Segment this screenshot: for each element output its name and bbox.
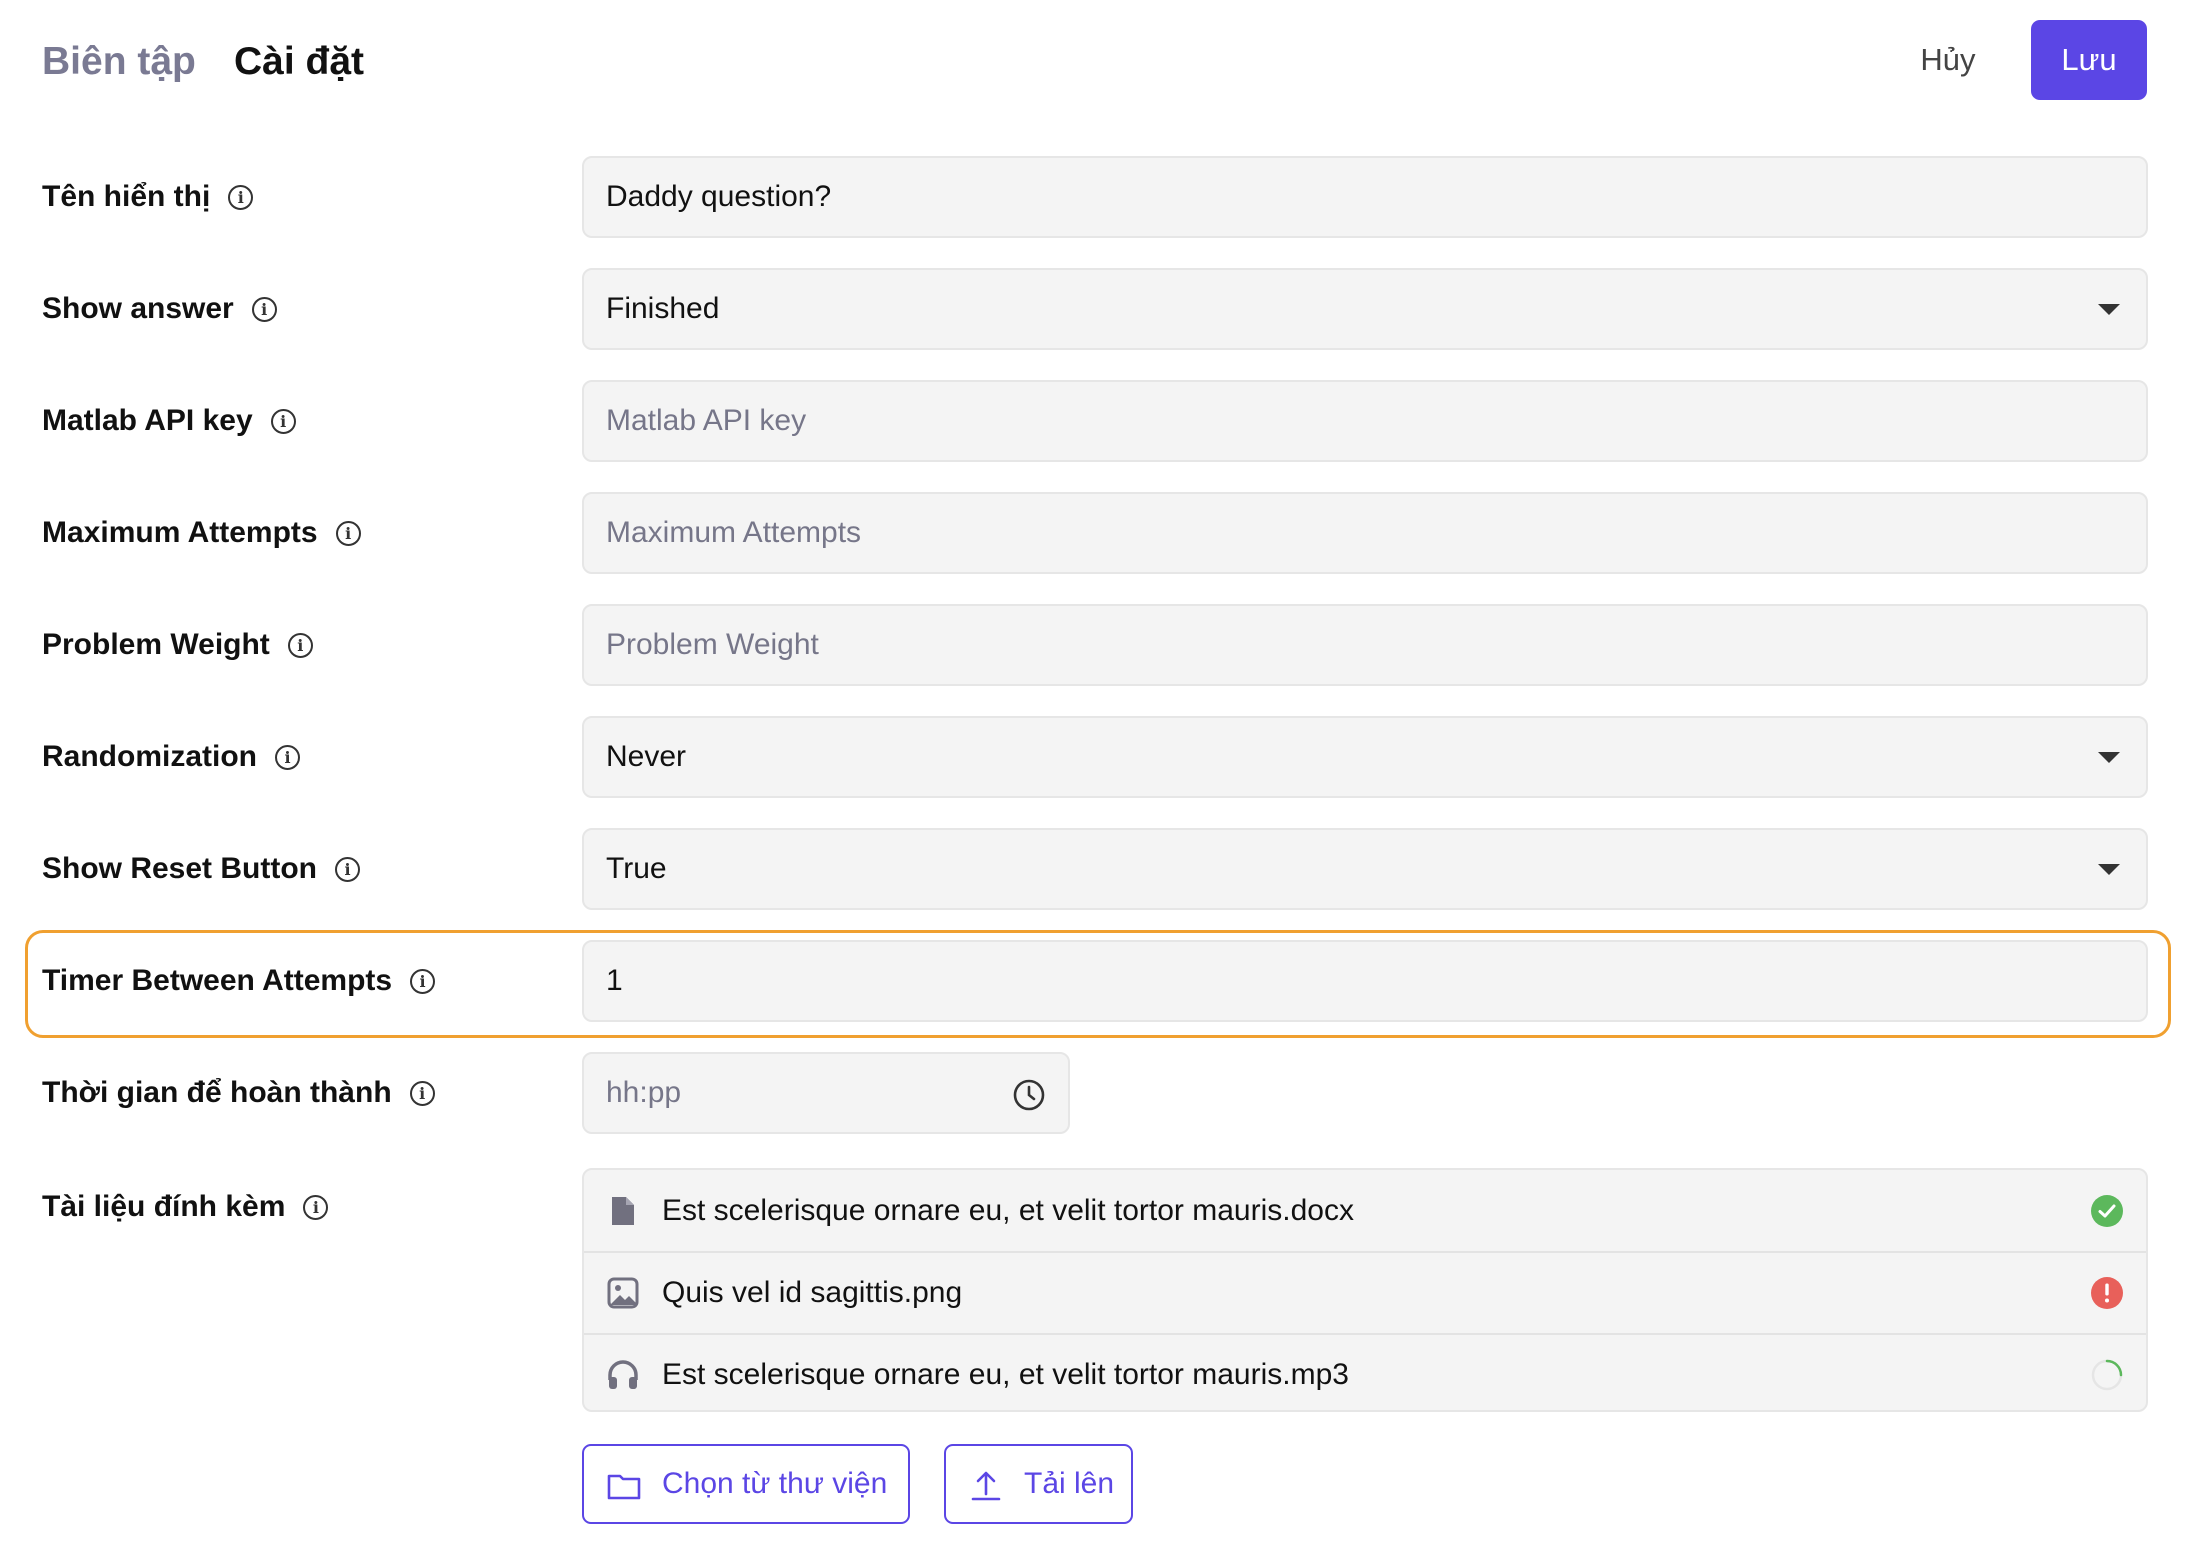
chevron-down-icon [2098,304,2120,315]
show-reset-button-select[interactable]: True [582,828,2148,910]
problem-weight-input[interactable]: Problem Weight [582,604,2148,686]
info-icon[interactable]: i [270,408,296,434]
setting-label: Problem Weight i [42,604,313,686]
setting-label: Show Reset Button i [42,828,360,910]
maximum-attempts-input[interactable]: Maximum Attempts [582,492,2148,574]
list-item[interactable]: Quis vel id sagittis.png [584,1252,2146,1334]
info-icon[interactable]: i [303,1194,329,1220]
document-icon [612,1197,634,1225]
setting-row-matlab-key: Matlab API key i Matlab API key [0,380,2188,462]
upload-icon [971,1471,1001,1501]
header: Biên tập Cài đặt Hủy Lưu [0,0,2188,120]
image-icon [607,1277,639,1309]
success-check-icon [2091,1195,2123,1227]
setting-label: Timer Between Attempts i [42,940,436,1022]
headphones-icon [608,1360,638,1389]
matlab-api-key-input[interactable]: Matlab API key [582,380,2148,462]
show-answer-select[interactable]: Finished [582,268,2148,350]
setting-row-show-answer: Show answer i Finished [0,268,2188,350]
cancel-button[interactable]: Hủy [1900,20,1996,100]
setting-row-show-reset: Show Reset Button i True [0,828,2188,910]
info-icon[interactable]: i [251,296,277,322]
attachment-list: Est scelerisque ornare eu, et velit tort… [582,1168,2148,1412]
setting-row-max-attempts: Maximum Attempts i Maximum Attempts [0,492,2188,574]
loading-spinner-icon [2091,1359,2123,1391]
display-name-input[interactable]: Daddy question? [582,156,2148,238]
setting-row-completion-time: Thời gian để hoàn thành i hh:pp [0,1052,2188,1134]
info-icon[interactable]: i [228,184,254,210]
chevron-down-icon [2098,864,2120,875]
setting-label: Maximum Attempts i [42,492,361,574]
setting-label: Show answer i [42,268,277,350]
info-icon[interactable]: i [335,520,361,546]
choose-from-library-button[interactable]: Chọn từ thư viện [582,1444,910,1524]
completion-time-input[interactable]: hh:pp [582,1052,1070,1134]
folder-icon [607,1474,641,1500]
timer-between-attempts-input[interactable]: 1 [582,940,2148,1022]
setting-row-timer: Timer Between Attempts i 1 [0,940,2188,1022]
setting-row-randomization: Randomization i Never [0,716,2188,798]
info-icon[interactable]: i [410,968,436,994]
error-alert-icon [2091,1277,2123,1309]
clock-icon[interactable] [1012,1078,1046,1112]
setting-label: Thời gian để hoàn thành i [42,1052,435,1134]
info-icon[interactable]: i [409,1080,435,1106]
setting-label: Tên hiển thị i [42,156,254,238]
list-item[interactable]: Est scelerisque ornare eu, et velit tort… [584,1170,2146,1252]
tab-settings[interactable]: Cài đặt [234,38,364,86]
upload-button[interactable]: Tải lên [944,1444,1133,1524]
info-icon[interactable]: i [275,744,300,770]
setting-label: Matlab API key i [42,380,296,462]
setting-row-problem-weight: Problem Weight i Problem Weight [0,604,2188,686]
info-icon[interactable]: i [335,856,360,882]
list-item[interactable]: Est scelerisque ornare eu, et velit tort… [584,1334,2146,1416]
save-button[interactable]: Lưu [2031,20,2147,100]
info-icon[interactable]: i [287,632,313,658]
chevron-down-icon [2098,752,2120,763]
setting-label: Tài liệu đính kèm i [42,1166,329,1248]
randomization-select[interactable]: Never [582,716,2148,798]
setting-label: Randomization i [42,716,300,798]
tab-editor[interactable]: Biên tập [42,38,196,86]
setting-row-display-name: Tên hiển thị i Daddy question? [0,156,2188,238]
